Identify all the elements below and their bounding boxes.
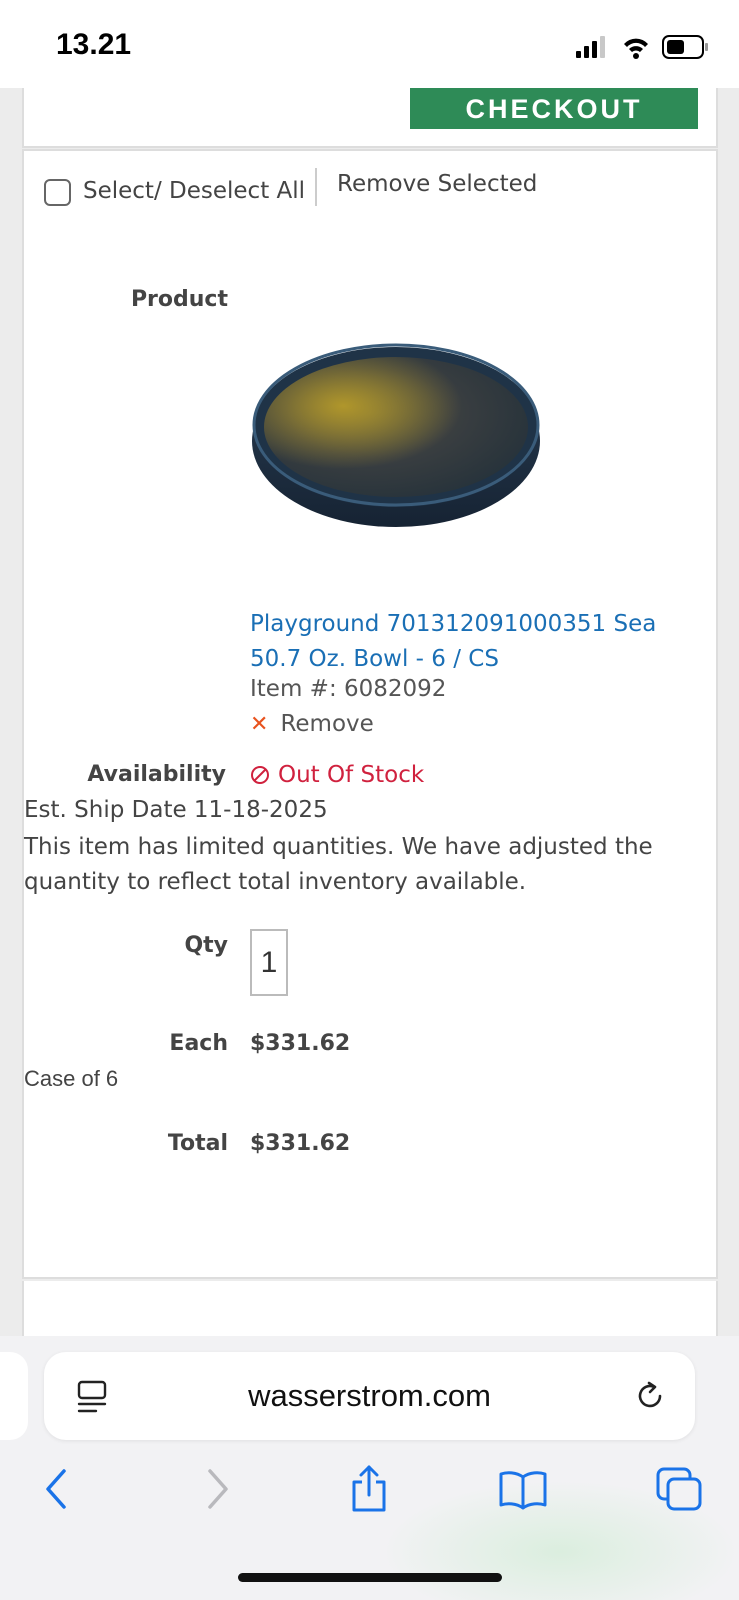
availability-status: Out Of Stock	[250, 762, 424, 788]
url-text: wasserstrom.com	[248, 1378, 491, 1413]
product-image[interactable]	[249, 329, 544, 529]
bookmarks-button[interactable]	[498, 1464, 548, 1514]
reload-icon[interactable]	[632, 1378, 668, 1414]
forward-button[interactable]	[192, 1464, 242, 1514]
next-card	[22, 1281, 718, 1336]
quantity-input[interactable]: 1	[250, 929, 288, 996]
qty-label: Qty	[184, 933, 228, 958]
out-of-stock-icon	[251, 766, 269, 784]
signal-icon	[576, 36, 605, 58]
each-label: Each	[169, 1031, 228, 1056]
status-time: 13.21	[56, 28, 132, 61]
divider	[315, 168, 317, 206]
product-label: Product	[130, 287, 228, 312]
bookmarks-icon	[499, 1471, 547, 1510]
back-icon	[46, 1469, 66, 1509]
item-number: Item #: 6082092	[250, 676, 447, 702]
each-price: $331.62	[250, 1031, 351, 1056]
checkout-button[interactable]: CHECKOUT	[410, 88, 698, 129]
status-bar: 13.21	[0, 0, 739, 88]
est-ship-date: Est. Ship Date 11-18-2025	[24, 797, 328, 823]
total-label: Total	[167, 1131, 228, 1156]
remove-x-icon: ✕	[250, 711, 269, 737]
product-name-link[interactable]: Playground 701312091000351 Sea 50.7 Oz. …	[250, 607, 670, 677]
status-icons	[576, 35, 708, 59]
previous-tab-peek[interactable]	[0, 1352, 28, 1440]
share-icon	[352, 1465, 386, 1512]
select-all-control[interactable]: Select/ Deselect All	[44, 175, 305, 206]
checkout-button-label: CHECKOUT	[465, 93, 643, 124]
remove-selected-link[interactable]: Remove Selected	[337, 171, 537, 197]
total-price: $331.62	[250, 1131, 351, 1156]
limited-quantity-notice: This item has limited quantities. We hav…	[24, 834, 653, 895]
forward-icon	[208, 1469, 228, 1509]
battery-icon	[662, 35, 708, 59]
tabs-icon	[656, 1467, 702, 1511]
remove-item-label: Remove	[280, 711, 374, 737]
case-size: Case of 6	[24, 1066, 119, 1091]
back-button[interactable]	[32, 1464, 82, 1514]
address-bar[interactable]: wasserstrom.com	[44, 1352, 695, 1440]
share-button[interactable]	[344, 1464, 394, 1514]
tabs-button[interactable]	[654, 1464, 704, 1514]
select-all-label: Select/ Deselect All	[83, 177, 306, 204]
availability-label: Availability	[87, 762, 226, 787]
home-indicator	[238, 1573, 502, 1582]
wifi-icon	[624, 38, 648, 59]
remove-item-link[interactable]: ✕ Remove	[250, 711, 374, 737]
cart-item-card: Select/ Deselect All Remove Selected Pro…	[22, 149, 718, 1279]
select-all-checkbox[interactable]	[44, 179, 71, 206]
availability-value: Out Of Stock	[278, 762, 425, 788]
